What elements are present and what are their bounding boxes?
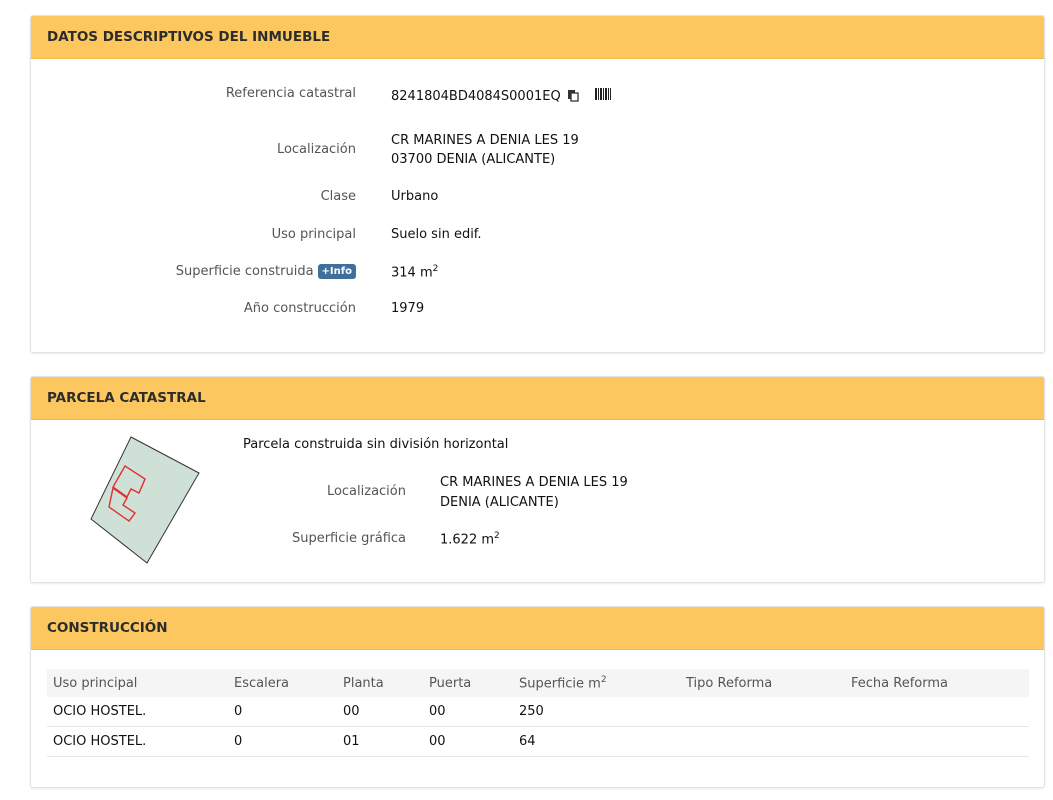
superficie-grafica-value-row: 1.622 m2 — [440, 531, 500, 547]
localizacion-label: Localización — [276, 142, 356, 157]
uso-principal-value: Suelo sin edif. — [391, 227, 482, 242]
uso-principal-label: Uso principal — [271, 227, 356, 242]
superficie-grafica-exponent: 2 — [494, 531, 500, 541]
col-superficie: Superficie m2 — [513, 669, 680, 697]
ref-catastral-label: Referencia catastral — [225, 86, 356, 101]
superficie-grafica-value: 1.622 m — [440, 532, 495, 548]
superficie-construida-value-row: 314 m2 — [391, 264, 438, 280]
parcela-localizacion-line2: DENIA (ALICANTE) — [440, 495, 559, 510]
cell-escalera: 0 — [228, 726, 337, 757]
localizacion-line2: 03700 DENIA (ALICANTE) — [391, 152, 556, 167]
cell-tipo-reforma — [680, 697, 845, 727]
cell-fecha-reforma — [845, 697, 1029, 727]
parcel-map-icon[interactable] — [87, 435, 202, 571]
cell-superficie: 250 — [513, 697, 680, 727]
anio-construccion-value: 1979 — [391, 301, 425, 316]
datos-descriptivos-panel: DATOS DESCRIPTIVOS DEL INMUEBLE Referenc… — [30, 15, 1045, 353]
superficie-construida-value: 314 m — [391, 265, 433, 281]
copy-icon[interactable] — [567, 89, 580, 106]
col-fecha-reforma: Fecha Reforma — [845, 669, 1029, 697]
col-escalera: Escalera — [228, 669, 337, 697]
parcela-catastral-title: PARCELA CATASTRAL — [31, 377, 1044, 420]
parcela-localizacion-label: Localización — [326, 484, 406, 499]
datos-descriptivos-title: DATOS DESCRIPTIVOS DEL INMUEBLE — [31, 16, 1044, 59]
construccion-table: Uso principal Escalera Planta Puerta Sup… — [47, 669, 1029, 757]
localizacion-line1: CR MARINES A DENIA LES 19 — [391, 133, 579, 148]
cell-escalera: 0 — [228, 697, 337, 727]
cell-superficie: 64 — [513, 726, 680, 757]
col-puerta: Puerta — [423, 669, 513, 697]
table-row: OCIO HOSTEL. 0 01 00 64 — [47, 726, 1029, 757]
ref-catastral-value-row: 8241804BD4084S0001EQ — [391, 89, 580, 106]
table-row: OCIO HOSTEL. 0 00 00 250 — [47, 697, 1029, 727]
cell-planta: 00 — [337, 697, 423, 727]
col-tipo-reforma: Tipo Reforma — [680, 669, 845, 697]
cell-puerta: 00 — [423, 697, 513, 727]
table-header-row: Uso principal Escalera Planta Puerta Sup… — [47, 669, 1029, 697]
construccion-title: CONSTRUCCIÓN — [31, 607, 1044, 650]
parcela-localizacion-line1: CR MARINES A DENIA LES 19 — [440, 475, 628, 490]
barcode-icon[interactable] — [595, 88, 611, 104]
cell-uso: OCIO HOSTEL. — [47, 726, 228, 757]
cell-planta: 01 — [337, 726, 423, 757]
anio-construccion-label: Año construcción — [243, 301, 356, 316]
col-uso-principal: Uso principal — [47, 669, 228, 697]
info-badge-button[interactable]: +Info — [317, 264, 356, 279]
superficie-construida-label: Superficie construida — [175, 264, 314, 279]
superficie-construida-label-row: Superficie construida +Info — [176, 264, 356, 279]
ref-catastral-value[interactable]: 8241804BD4084S0001EQ — [391, 89, 561, 104]
cell-puerta: 00 — [423, 726, 513, 757]
col-superficie-label: Superficie m — [519, 676, 601, 692]
localizacion-value: CR MARINES A DENIA LES 19 03700 DENIA (A… — [391, 131, 579, 169]
superficie-grafica-label: Superficie gráfica — [291, 531, 406, 546]
cell-uso: OCIO HOSTEL. — [47, 697, 228, 727]
clase-label: Clase — [320, 189, 356, 204]
parcela-catastral-panel: PARCELA CATASTRAL Parcela construida sin… — [30, 376, 1045, 583]
superficie-unit-exponent: 2 — [432, 264, 439, 274]
col-planta: Planta — [337, 669, 423, 697]
construccion-panel: CONSTRUCCIÓN Uso principal Escalera Plan… — [30, 606, 1045, 788]
parcela-subtitle: Parcela construida sin división horizont… — [243, 437, 509, 452]
cell-tipo-reforma — [680, 726, 845, 757]
clase-value: Urbano — [391, 189, 439, 204]
parcela-localizacion-value: CR MARINES A DENIA LES 19 DENIA (ALICANT… — [440, 473, 628, 513]
col-superficie-exponent: 2 — [600, 674, 607, 685]
cell-fecha-reforma — [845, 726, 1029, 757]
